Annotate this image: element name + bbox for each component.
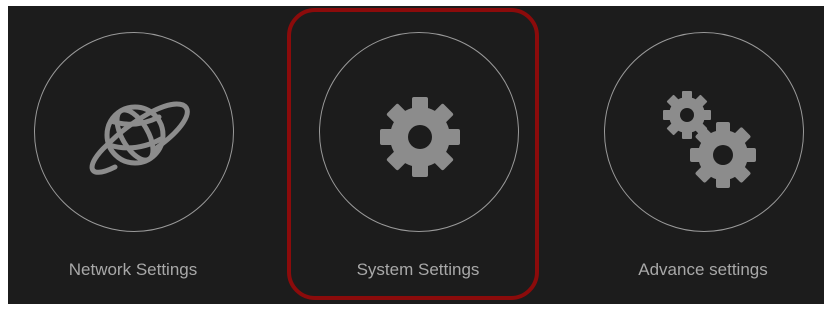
advance-settings-tile[interactable]: Advance settings [576, 6, 826, 304]
gear-icon [380, 97, 460, 177]
system-settings-label: System Settings [356, 260, 480, 279]
system-settings-tile[interactable]: System Settings [291, 6, 545, 304]
gears-icon [663, 91, 756, 188]
network-settings-circle[interactable] [34, 32, 234, 232]
settings-panel: Network Settings System Settings Advance… [8, 6, 824, 304]
advance-settings-circle[interactable] [604, 32, 804, 232]
globe-network-icon [89, 101, 190, 175]
network-settings-label: Network Settings [68, 260, 198, 279]
system-settings-circle[interactable] [319, 32, 519, 232]
advance-settings-label: Advance settings [638, 260, 768, 279]
network-settings-tile[interactable]: Network Settings [8, 6, 262, 304]
